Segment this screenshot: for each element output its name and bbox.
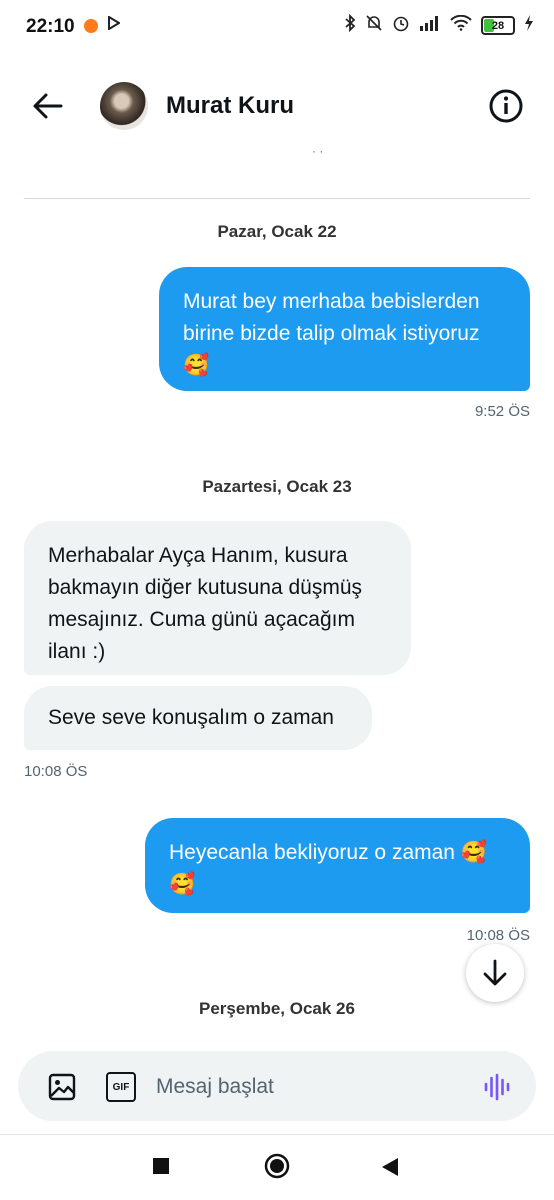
message-timestamp: 9:52 ÖS	[474, 403, 530, 420]
status-left-icons	[84, 15, 121, 35]
message-line: Merhabalar Ayça Hanım, kusura	[48, 544, 348, 567]
message-line: ilanı :)	[48, 640, 106, 663]
home-circle-icon	[264, 1153, 290, 1179]
conversation-divider	[24, 198, 530, 199]
info-icon	[489, 89, 523, 123]
message-line: mesajınız. Cuma günü açacağım	[48, 608, 355, 631]
arrow-down-icon	[483, 959, 507, 986]
home-button[interactable]	[264, 1153, 290, 1179]
image-icon	[48, 1073, 76, 1101]
contact-avatar[interactable]	[100, 82, 148, 130]
contact-name[interactable]: Murat Kuru	[166, 92, 294, 120]
back-button[interactable]	[30, 88, 66, 124]
message-line: bakmayın diğer kutusuna düşmüş	[48, 576, 363, 599]
nav-separator	[0, 1134, 554, 1135]
message-line: Murat bey merhaba bebislerden	[183, 290, 480, 313]
voice-message-button[interactable]	[482, 1072, 512, 1102]
gif-icon: GIF	[112, 1081, 130, 1093]
scrolled-content-remnant: · ·	[312, 144, 324, 158]
message-line: birine bizde talip olmak istiyoruz	[183, 322, 480, 345]
message-timestamp: 10:08 ÖS	[466, 927, 530, 944]
bluetooth-icon	[344, 13, 356, 37]
voice-wave-icon	[484, 1073, 510, 1101]
smiling-hearts-emoji: 🥰	[169, 873, 196, 896]
info-button[interactable]	[488, 88, 524, 124]
message-line: Seve seve konuşalım o zaman	[48, 706, 334, 729]
gif-button[interactable]: GIF	[106, 1072, 136, 1102]
alarm-icon	[392, 14, 410, 37]
scroll-to-bottom-button[interactable]	[466, 944, 524, 1002]
date-separator: Pazartesi, Ocak 23	[202, 477, 352, 496]
date-separator: Perşembe, Ocak 26	[199, 999, 355, 1018]
message-timestamp: 10:08 ÖS	[24, 763, 88, 780]
recents-button[interactable]	[153, 1158, 169, 1174]
dnd-icon	[365, 14, 383, 37]
status-time: 22:10	[26, 16, 75, 37]
message-composer	[18, 1051, 536, 1121]
wifi-icon	[450, 14, 472, 36]
charging-icon	[524, 15, 534, 36]
date-separator: Pazar, Ocak 22	[217, 222, 337, 241]
message-bubble-incoming[interactable]: Merhabalar Ayça Hanım, kusura bakmayın d…	[24, 521, 411, 675]
back-nav-button[interactable]	[380, 1157, 400, 1177]
status-right-icons: 28	[344, 13, 534, 37]
message-bubble-incoming[interactable]: Seve seve konuşalım o zaman	[24, 686, 372, 750]
signal-icon	[419, 15, 441, 36]
back-triangle-icon	[382, 1158, 398, 1176]
message-bubble-outgoing[interactable]: Murat bey merhaba bebislerden birine biz…	[159, 267, 530, 391]
message-input[interactable]: Mesaj başlat	[156, 1075, 274, 1099]
image-button[interactable]	[47, 1072, 77, 1102]
battery-level: 28	[491, 19, 505, 32]
smiling-hearts-emoji: 🥰	[183, 354, 210, 377]
message-line: Heyecanla bekliyoruz o zaman 🥰	[169, 841, 487, 864]
message-bubble-outgoing[interactable]: Heyecanla bekliyoruz o zaman 🥰 🥰	[145, 818, 530, 913]
arrow-left-icon	[33, 93, 63, 119]
battery-icon: 28	[481, 16, 515, 35]
notification-dot-icon	[84, 18, 98, 33]
play-store-icon	[108, 15, 121, 35]
